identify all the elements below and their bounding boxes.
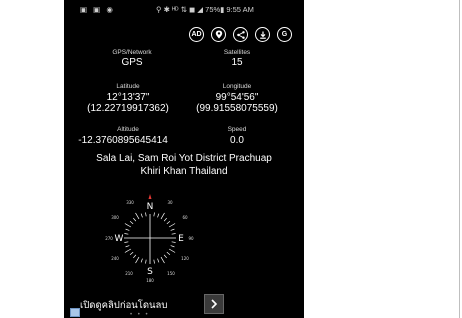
compass-deg-90: 90 [188, 236, 194, 241]
share-icon [236, 30, 245, 39]
address-text: Sala Lai, Sam Roi Yot District Prachuap … [64, 152, 304, 178]
location-button[interactable] [211, 27, 226, 42]
compass-tick [124, 223, 132, 228]
compass-tick [129, 251, 134, 255]
ad-icon-label: AD [191, 31, 202, 38]
compass-tick [135, 256, 140, 264]
compass-tick [145, 212, 147, 217]
download-button[interactable] [255, 27, 270, 42]
speed-value: 0.0 [230, 135, 244, 146]
pager-dots: • • • [130, 312, 150, 318]
compass-tick [129, 221, 134, 225]
compass-deg-330: 330 [126, 200, 134, 205]
compass-east: E [178, 234, 184, 244]
g-button[interactable]: G [277, 27, 292, 42]
compass-tick [171, 233, 176, 235]
north-marker [148, 194, 152, 199]
compass-tick [153, 212, 155, 217]
compass-tick [168, 248, 176, 253]
map-pin-icon [215, 30, 222, 39]
compass-tick [163, 254, 167, 259]
chevron-right-icon [211, 299, 218, 309]
satellites-label: Satellites [223, 49, 251, 56]
bottom-ad-bar: เปิดดูคลิปก่อนโดนลบ • • • [64, 294, 304, 318]
compass-tick [133, 254, 137, 259]
compass-tick [171, 241, 176, 243]
download-icon [259, 31, 266, 39]
compass-deg-120: 120 [181, 256, 189, 261]
compass-tick [135, 212, 140, 220]
status-left-icons: ▣ ▣ ◉ [80, 5, 115, 14]
compass-deg-30: 30 [167, 200, 173, 205]
status-bar: ▣ ▣ ◉ ⚲ ✱ ᴴᴰ ⇅ ◼ ◢ 75%▮ 9:55 AM [64, 0, 304, 18]
compass-tick [170, 245, 175, 248]
latitude-decimal: (12.22719917362) [87, 103, 169, 114]
compass-tick [166, 251, 171, 255]
compass-tick [133, 217, 137, 222]
compass-tick [163, 217, 167, 222]
next-button[interactable] [204, 294, 224, 314]
compass-tick [145, 259, 147, 264]
longitude-dms: 99°54'56" [215, 92, 259, 103]
compass-tick [157, 258, 160, 263]
compass-deg-150: 150 [167, 271, 175, 276]
compass-deg-210: 210 [125, 271, 133, 276]
compass-tick [160, 212, 165, 220]
address-line-1: Sala Lai, Sam Roi Yot District Prachuap [96, 153, 272, 164]
compass-tick [140, 258, 143, 263]
latitude-label: Latitude [116, 83, 140, 90]
compass-deg-270: 270 [105, 236, 113, 241]
right-edge-divider [459, 0, 460, 318]
compass-tick [168, 223, 176, 228]
compass-tick [140, 213, 143, 218]
compass-rose: N S W E 30 60 90 120 150 180 210 240 270… [105, 194, 194, 283]
compass-tick [166, 221, 171, 225]
compass-deg-60: 60 [182, 215, 188, 220]
altitude-value: -12.3760895645414 [78, 135, 168, 146]
compass-tick [170, 228, 175, 231]
compass-tick [157, 213, 160, 218]
compass-north: N [147, 202, 154, 212]
share-button[interactable] [233, 27, 248, 42]
altitude-label: Altitude [117, 126, 139, 133]
compass-tick [124, 248, 132, 253]
compass-tick [125, 245, 130, 248]
compass-deg-180: 180 [146, 278, 154, 283]
longitude-label: Longitude [222, 83, 252, 90]
ad-button[interactable]: AD [189, 27, 204, 42]
ad-banner-text[interactable]: เปิดดูคลิปก่อนโดนลบ [80, 298, 167, 313]
status-right-info: ⚲ ✱ ᴴᴰ ⇅ ◼ ◢ 75%▮ 9:55 AM [156, 5, 254, 14]
g-icon-label: G [281, 31, 288, 38]
compass-tick [124, 233, 129, 235]
compass-west: W [115, 234, 124, 244]
phone-screen: ▣ ▣ ◉ ⚲ ✱ ᴴᴰ ⇅ ◼ ◢ 75%▮ 9:55 AM AD G GPS… [64, 0, 304, 318]
satellites-value: 15 [231, 57, 243, 68]
compass-deg-300: 300 [111, 215, 119, 220]
gps-network-value: GPS [121, 57, 143, 68]
compass-tick [160, 256, 165, 264]
speed-label: Speed [227, 126, 247, 133]
compass-tick [153, 259, 155, 264]
address-line-2: Khiri Khan Thailand [140, 166, 228, 177]
compass-tick [124, 241, 129, 243]
longitude-decimal: (99.91558075559) [196, 103, 278, 114]
compass-tick [125, 228, 130, 231]
latitude-dms: 12°13'37" [106, 92, 150, 103]
gps-network-label: GPS/Network [112, 49, 152, 56]
corner-thumbnail[interactable] [70, 308, 80, 317]
compass-deg-240: 240 [111, 256, 119, 261]
compass-south: S [147, 267, 153, 277]
